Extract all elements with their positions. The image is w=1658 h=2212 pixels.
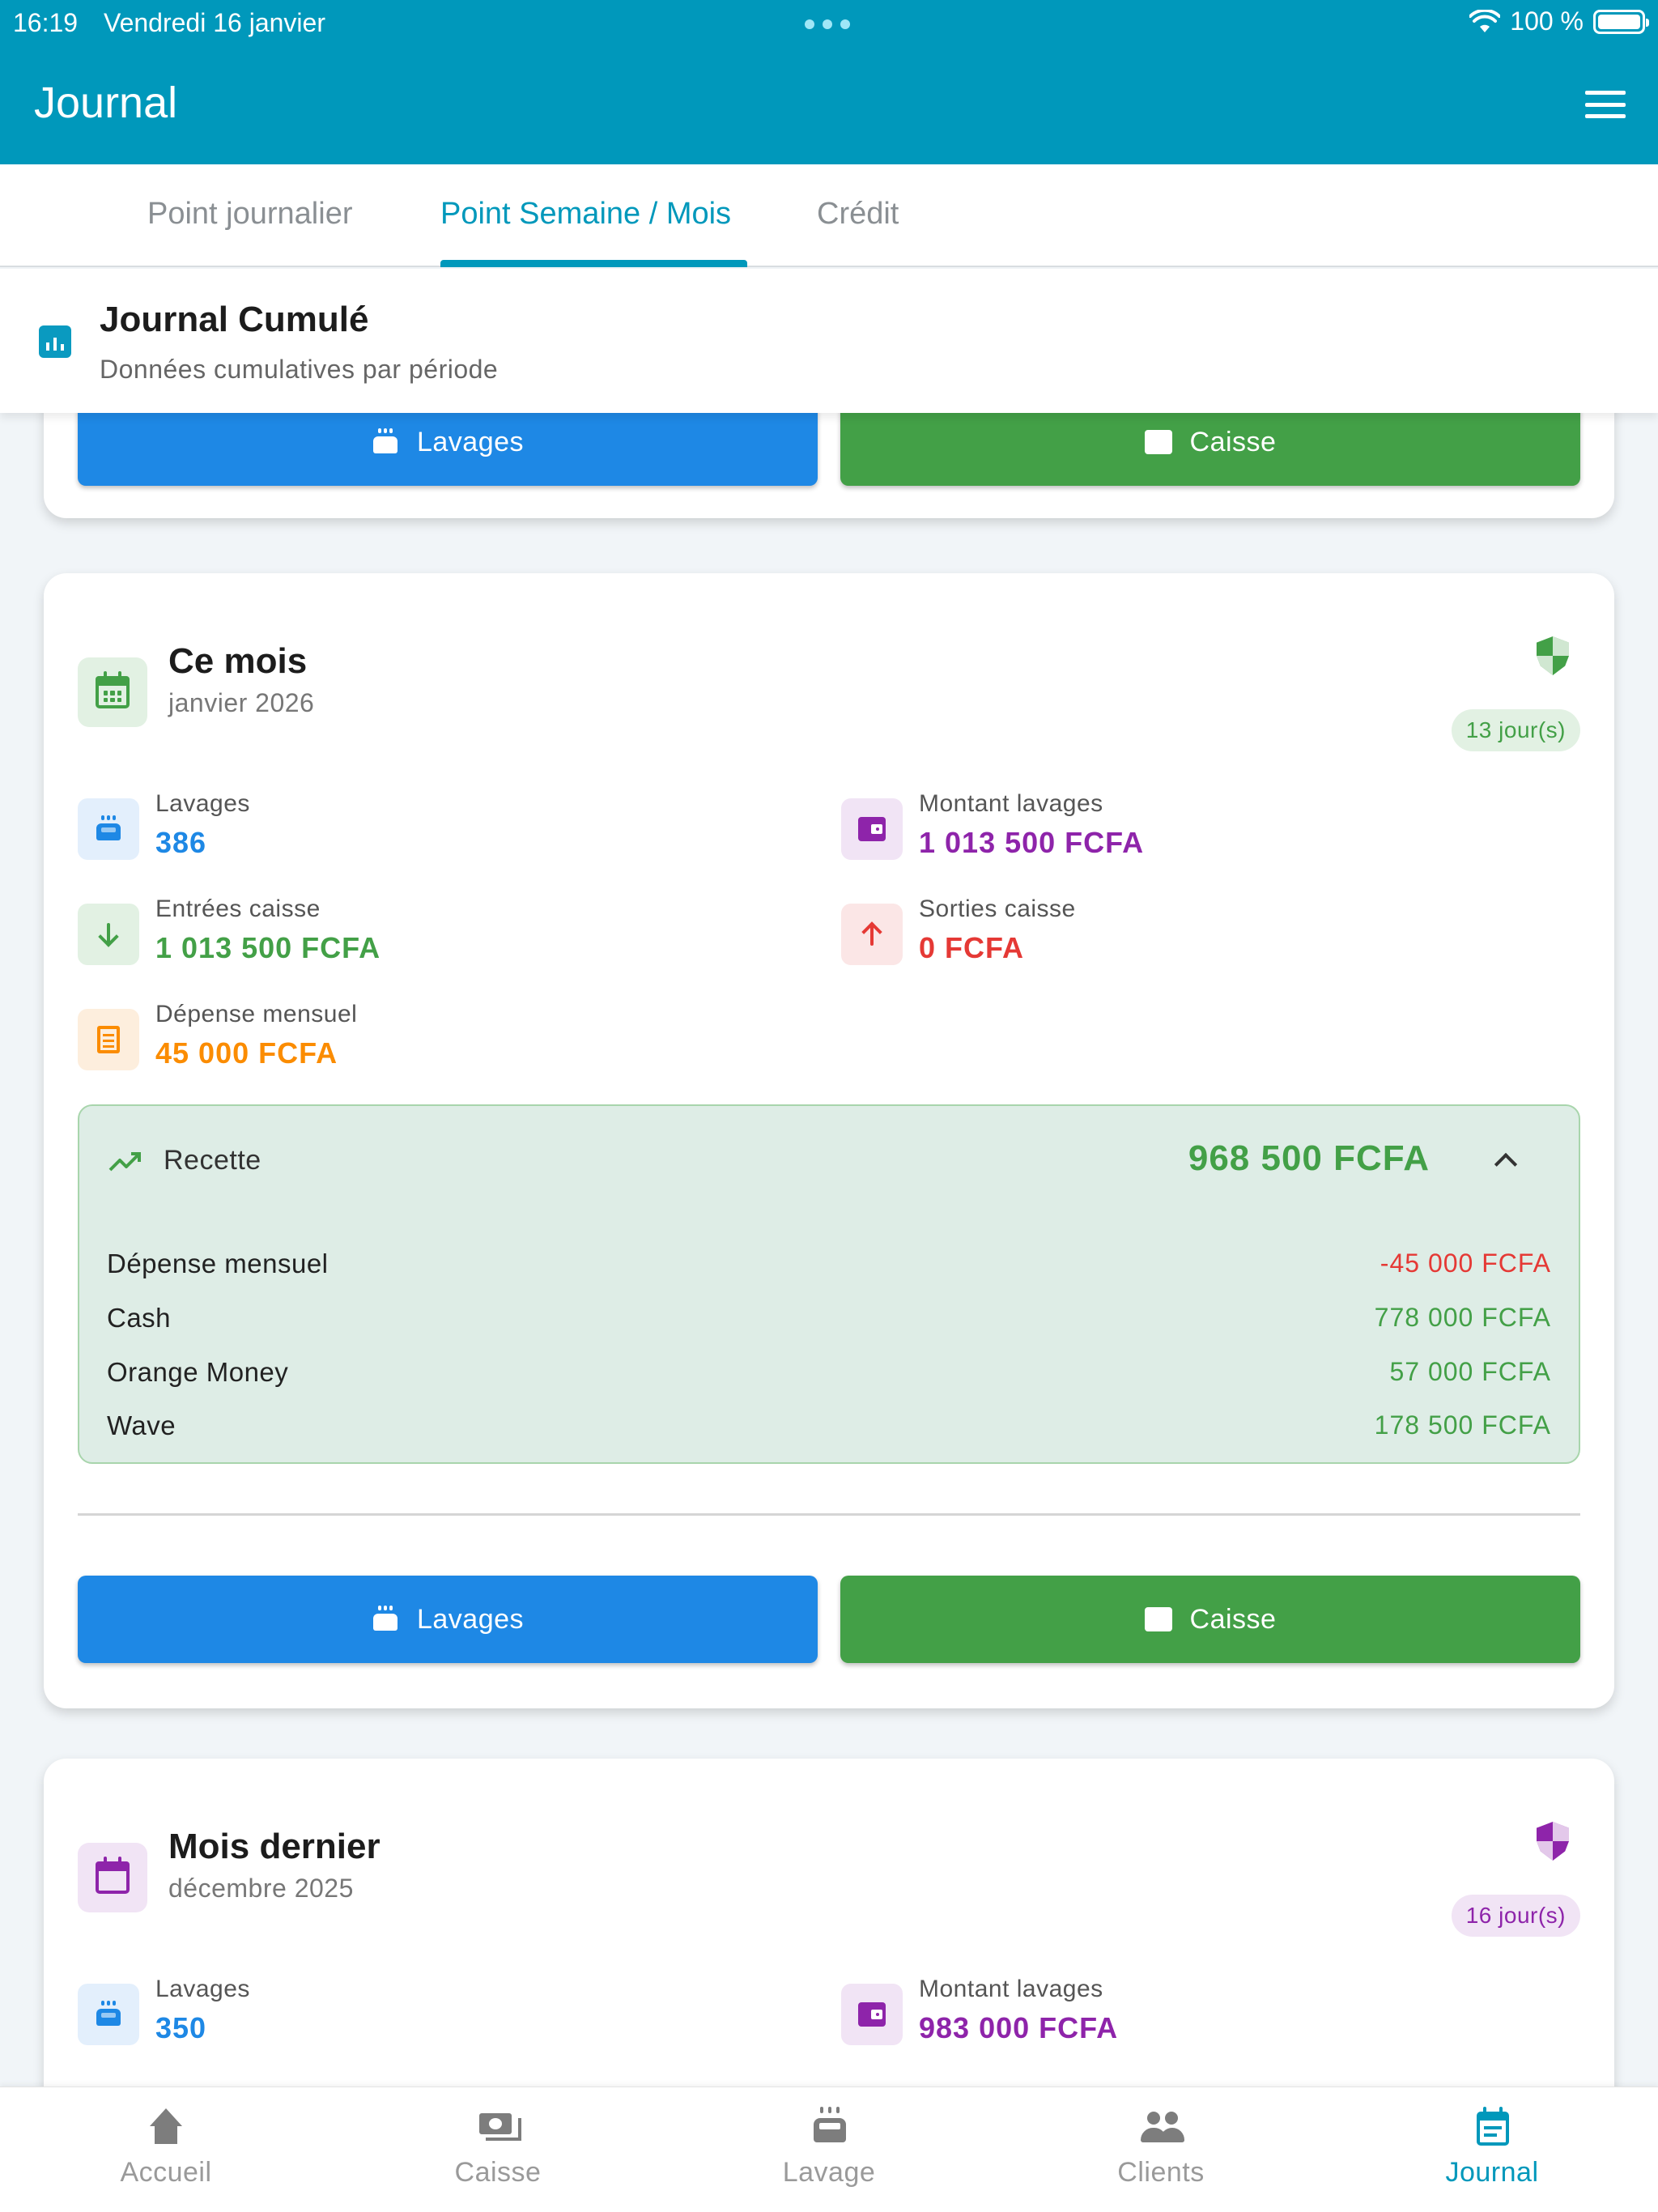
stat-montant-lavages: Montant lavages 1 013 500 FCFA (841, 790, 1554, 871)
stat-value: 386 (155, 826, 207, 859)
nav-accueil[interactable]: Accueil (0, 2087, 332, 2212)
nav-label: Lavage (782, 2157, 876, 2188)
days-badge: 13 jour(s) (1451, 709, 1580, 751)
days-badge: 16 jour(s) (1451, 1895, 1580, 1937)
stat-value: 983 000 FCFA (919, 2011, 1119, 2044)
stat-sorties-caisse: Sorties caisse 0 FCFA (841, 895, 1554, 976)
stat-label: Montant lavages (919, 1976, 1103, 2002)
recette-total: 968 500 FCFA (1188, 1138, 1430, 1178)
car-wash-icon (78, 798, 139, 860)
car-wash-icon (372, 428, 399, 456)
caisse-button-label: Caisse (1189, 1603, 1277, 1635)
nav-label: Caisse (454, 2157, 542, 2188)
nav-journal[interactable]: Journal (1326, 2087, 1658, 2212)
journal-icon (1470, 2105, 1514, 2149)
wallet-icon (1144, 1607, 1172, 1631)
stat-montant-lavages: Montant lavages 983 000 FCFA (841, 1976, 1554, 2057)
app-bar: 16:19 Vendredi 16 janvier 100 % Journal (0, 0, 1658, 164)
stat-label: Entrées caisse (155, 895, 321, 922)
stat-label: Lavages (155, 1976, 250, 2002)
section-subtitle: Données cumulatives par période (100, 355, 499, 384)
battery-percent: 100 % (1510, 6, 1584, 36)
home-icon (144, 2105, 188, 2149)
tab-credit[interactable]: Crédit (817, 197, 899, 232)
battery-icon (1593, 9, 1649, 34)
shield-icon (1537, 636, 1569, 675)
wallet-icon (841, 798, 903, 860)
stat-label: Lavages (155, 790, 250, 817)
tab-point-journalier[interactable]: Point journalier (147, 197, 352, 232)
stat-label: Dépense mensuel (155, 1001, 358, 1027)
caisse-button-label: Caisse (1189, 426, 1277, 457)
bottom-navigation: Accueil Caisse Lavage Clients Journal (0, 2087, 1658, 2212)
tab-bar: Point journalier Point Semaine / Mois Cr… (0, 164, 1658, 267)
stat-value: 45 000 FCFA (155, 1036, 338, 1070)
divider (78, 1513, 1580, 1516)
car-wash-icon (807, 2105, 851, 2149)
stat-lavages: Lavages 386 (78, 790, 790, 871)
status-time: 16:19 (13, 8, 79, 37)
stat-depense-mensuel: Dépense mensuel 45 000 FCFA (78, 1001, 790, 1082)
shield-icon (1537, 1822, 1569, 1861)
page-title: Journal (34, 79, 178, 127)
hamburger-menu-icon[interactable] (1585, 91, 1626, 118)
cash-icon (476, 2105, 521, 2149)
stat-value: 0 FCFA (919, 931, 1025, 964)
lavages-button[interactable]: Lavages (78, 413, 818, 486)
stat-value: 1 013 500 FCFA (919, 826, 1145, 859)
people-icon (1139, 2105, 1184, 2149)
nav-label: Clients (1117, 2157, 1205, 2188)
stat-lavages: Lavages 350 (78, 1976, 790, 2057)
lavages-button-label: Lavages (416, 1603, 525, 1635)
stat-entrees-caisse: Entrées caisse 1 013 500 FCFA (78, 895, 790, 976)
lavages-button-label: Lavages (416, 426, 525, 457)
calendar-icon (78, 657, 147, 727)
wifi-icon (1469, 9, 1501, 32)
arrow-down-icon (78, 904, 139, 965)
receipt-icon (78, 1009, 139, 1070)
card-title: Mois dernier (168, 1827, 380, 1866)
period-card-last-month: Mois dernier décembre 2025 16 jour(s) La… (44, 1759, 1614, 2087)
period-card-current-month: Ce mois janvier 2026 13 jour(s) Lavages … (44, 573, 1614, 1708)
wallet-icon (841, 1984, 903, 2045)
scroll-content[interactable]: Lavages Caisse Ce mois janvier 2026 13 j… (0, 413, 1658, 2087)
nav-label: Accueil (120, 2157, 212, 2188)
nav-label: Journal (1445, 2157, 1539, 2188)
stat-label: Sorties caisse (919, 895, 1076, 922)
bar-chart-icon (39, 325, 71, 358)
stat-value: 350 (155, 2011, 207, 2044)
recette-row-depense: Dépense mensuel -45 000 FCFA (107, 1249, 1551, 1278)
nav-clients[interactable]: Clients (995, 2087, 1327, 2212)
section-title: Journal Cumulé (100, 300, 369, 339)
wallet-icon (1144, 430, 1172, 454)
nav-lavage[interactable]: Lavage (663, 2087, 995, 2212)
recette-row-wave: Wave 178 500 FCFA (107, 1410, 1551, 1440)
lavages-button[interactable]: Lavages (78, 1576, 818, 1663)
chevron-up-icon[interactable] (1494, 1152, 1518, 1176)
multitasking-dots-icon[interactable] (805, 19, 850, 29)
card-subtitle: janvier 2026 (168, 688, 315, 717)
trending-up-icon (108, 1152, 141, 1172)
card-title: Ce mois (168, 641, 308, 681)
recette-row-orange-money: Orange Money 57 000 FCFA (107, 1357, 1551, 1387)
recette-row-cash: Cash 778 000 FCFA (107, 1303, 1551, 1333)
recette-panel[interactable]: Recette 968 500 FCFA Dépense mensuel -45… (78, 1104, 1580, 1464)
section-header: Journal Cumulé Données cumulatives par p… (0, 269, 1658, 413)
status-right: 100 % (1469, 6, 1649, 36)
stat-label: Montant lavages (919, 790, 1103, 817)
stat-value: 1 013 500 FCFA (155, 931, 381, 964)
status-date: Vendredi 16 janvier (104, 8, 325, 37)
caisse-button[interactable]: Caisse (840, 1576, 1580, 1663)
recette-label: Recette (164, 1145, 261, 1176)
caisse-button[interactable]: Caisse (840, 413, 1580, 486)
arrow-up-icon (841, 904, 903, 965)
card-subtitle: décembre 2025 (168, 1874, 354, 1903)
period-card-previous: Lavages Caisse (44, 413, 1614, 518)
car-wash-icon (372, 1606, 399, 1633)
nav-caisse[interactable]: Caisse (332, 2087, 664, 2212)
tab-point-semaine-mois[interactable]: Point Semaine / Mois (440, 197, 731, 232)
active-tab-indicator (440, 260, 747, 267)
calendar-icon (78, 1843, 147, 1912)
car-wash-icon (78, 1984, 139, 2045)
